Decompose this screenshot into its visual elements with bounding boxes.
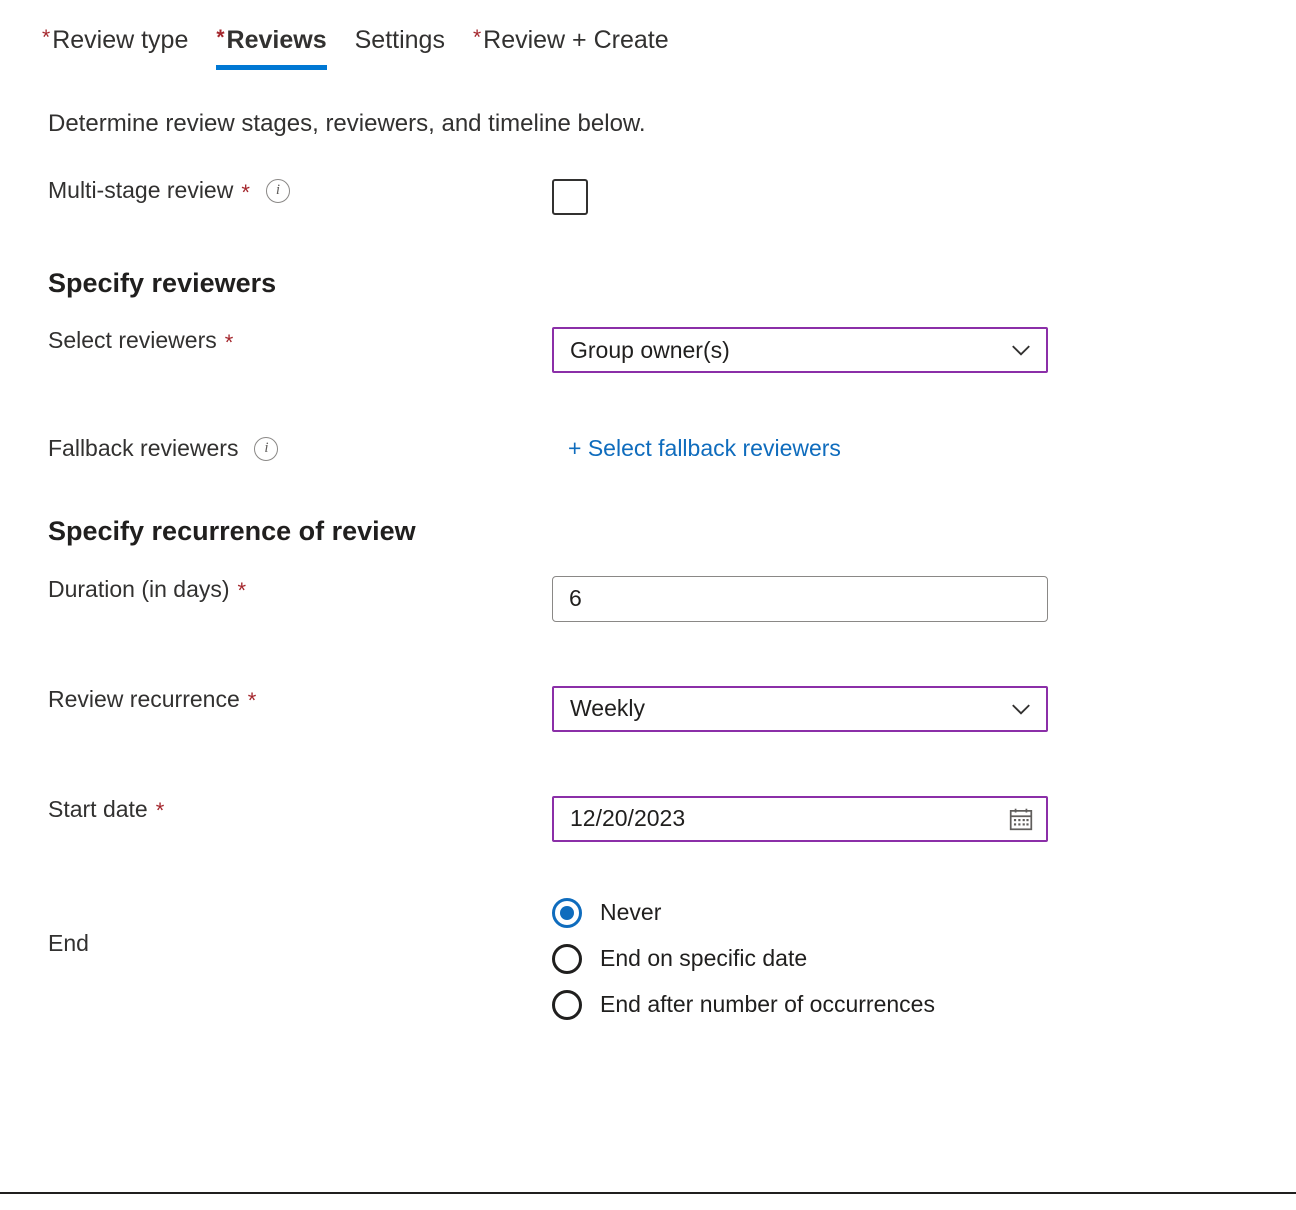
tab-required-marker: *	[42, 27, 50, 48]
end-label: End	[48, 930, 89, 958]
tab-required-marker: *	[216, 27, 224, 48]
duration-value: 6	[569, 587, 1035, 610]
end-option-never[interactable]: Never	[552, 898, 1296, 928]
info-icon[interactable]: i	[266, 179, 290, 203]
tab-label: Review + Create	[483, 28, 669, 53]
select-reviewers-dropdown[interactable]: Group owner(s)	[552, 327, 1048, 373]
form-description: Determine review stages, reviewers, and …	[48, 110, 1296, 139]
radio-icon	[552, 944, 582, 974]
specify-recurrence-heading: Specify recurrence of review	[48, 515, 1296, 547]
tab-reviews[interactable]: * Reviews	[202, 0, 340, 88]
duration-input[interactable]: 6	[552, 576, 1048, 622]
multi-stage-review-label-group: Multi-stage review * i	[48, 177, 552, 205]
review-recurrence-value: Weekly	[570, 697, 1008, 720]
end-label-group: End	[48, 898, 552, 958]
radio-icon	[552, 990, 582, 1020]
review-recurrence-field: Weekly	[552, 686, 1296, 732]
start-date-row: Start date * 12/20/2023	[48, 796, 1296, 842]
start-date-label-group: Start date *	[48, 796, 552, 824]
reviews-form: Determine review stages, reviewers, and …	[0, 110, 1296, 1020]
select-reviewers-label-group: Select reviewers *	[48, 327, 552, 355]
tab-active-underline	[216, 65, 326, 70]
end-option-label: Never	[600, 899, 661, 926]
tab-settings[interactable]: Settings	[341, 0, 459, 88]
fallback-reviewers-row: Fallback reviewers i + Select fallback r…	[48, 435, 1296, 469]
fallback-reviewers-label-group: Fallback reviewers i	[48, 435, 552, 463]
multi-stage-review-checkbox[interactable]	[552, 179, 588, 215]
tab-label: Settings	[355, 28, 445, 53]
footer-divider	[0, 1192, 1296, 1194]
end-options: Never End on specific date End after num…	[552, 898, 1296, 1020]
duration-field: 6	[552, 576, 1296, 622]
end-option-specific-date[interactable]: End on specific date	[552, 944, 1296, 974]
review-recurrence-label: Review recurrence	[48, 686, 240, 714]
tab-review-type[interactable]: * Review type	[28, 0, 202, 88]
multi-stage-review-label: Multi-stage review	[48, 177, 233, 205]
tab-required-marker: *	[473, 27, 481, 48]
start-date-field: 12/20/2023	[552, 796, 1296, 842]
fallback-reviewers-field: + Select fallback reviewers	[552, 435, 1296, 463]
select-reviewers-row: Select reviewers * Group owner(s)	[48, 327, 1296, 373]
duration-row: Duration (in days) * 6	[48, 576, 1296, 622]
multi-stage-review-field	[552, 177, 1296, 215]
select-fallback-reviewers-link[interactable]: + Select fallback reviewers	[568, 435, 841, 463]
tab-label: Review type	[52, 28, 188, 53]
review-recurrence-label-group: Review recurrence *	[48, 686, 552, 714]
info-icon[interactable]: i	[254, 437, 278, 461]
start-date-value: 12/20/2023	[570, 807, 1008, 830]
fallback-reviewers-label: Fallback reviewers	[48, 435, 238, 463]
review-recurrence-dropdown[interactable]: Weekly	[552, 686, 1048, 732]
calendar-icon[interactable]	[1008, 806, 1034, 832]
tab-label: Reviews	[227, 28, 327, 53]
select-reviewers-value: Group owner(s)	[570, 339, 1008, 362]
tab-review-create[interactable]: * Review + Create	[459, 0, 683, 88]
end-option-occurrences[interactable]: End after number of occurrences	[552, 990, 1296, 1020]
wizard-tabs: * Review type * Reviews Settings * Revie…	[0, 0, 1296, 88]
chevron-down-icon	[1008, 337, 1034, 363]
end-option-label: End after number of occurrences	[600, 991, 935, 1018]
required-marker: *	[225, 332, 234, 354]
radio-icon	[552, 898, 582, 928]
specify-reviewers-heading: Specify reviewers	[48, 267, 1296, 299]
review-recurrence-row: Review recurrence * Weekly	[48, 686, 1296, 732]
required-marker: *	[248, 690, 257, 712]
end-radio-group: Never End on specific date End after num…	[552, 898, 1296, 1020]
select-reviewers-field: Group owner(s)	[552, 327, 1296, 373]
required-marker: *	[238, 580, 247, 602]
duration-label-group: Duration (in days) *	[48, 576, 552, 604]
select-reviewers-label: Select reviewers	[48, 327, 217, 355]
chevron-down-icon	[1008, 696, 1034, 722]
start-date-input[interactable]: 12/20/2023	[552, 796, 1048, 842]
end-row: End Never End on specific date End after…	[48, 898, 1296, 1020]
required-marker: *	[241, 182, 250, 204]
end-option-label: End on specific date	[600, 945, 807, 972]
duration-label: Duration (in days)	[48, 576, 230, 604]
multi-stage-review-row: Multi-stage review * i	[48, 177, 1296, 223]
start-date-label: Start date	[48, 796, 148, 824]
required-marker: *	[156, 800, 165, 822]
